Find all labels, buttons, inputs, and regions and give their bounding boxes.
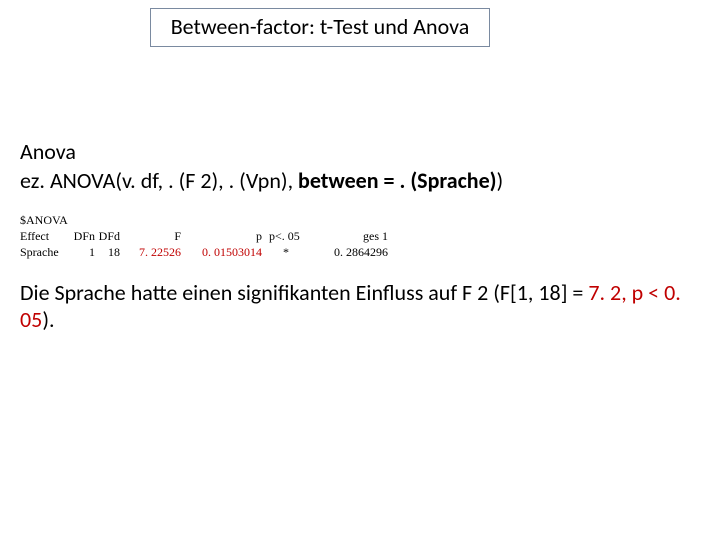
slide-title-box: Between-factor: t-Test und Anova xyxy=(150,8,490,47)
val-dfd: 18 xyxy=(98,244,120,260)
col-ges: ges 1 xyxy=(306,228,388,244)
val-ges: 0. 2864296 xyxy=(306,244,388,260)
anova-data-row: Sprache 1 18 7. 22526 0. 01503014 * 0. 2… xyxy=(20,244,700,260)
code-prefix: ez. ANOVA(v. df, . (F 2), . (Vpn), xyxy=(20,167,298,194)
val-effect: Sprache xyxy=(20,244,64,260)
slide-title: Between-factor: t-Test und Anova xyxy=(171,13,470,40)
val-p05: * xyxy=(265,244,303,260)
conclusion-part-b: ). xyxy=(42,306,54,333)
heading-anova: Anova xyxy=(20,138,700,165)
code-line: ez. ANOVA(v. df, . (F 2), . (Vpn), betwe… xyxy=(20,167,700,194)
slide-content: Anova ez. ANOVA(v. df, . (F 2), . (Vpn),… xyxy=(20,138,700,334)
col-p05: p<. 05 xyxy=(265,228,303,244)
anova-output: $ANOVA Effect DFn DFd F p p<. 05 ges 1 S… xyxy=(20,212,700,261)
conclusion-part-a: Die Sprache hatte einen signifikanten Ei… xyxy=(20,279,588,306)
conclusion-text: Die Sprache hatte einen signifikanten Ei… xyxy=(20,279,700,334)
anova-section-label: $ANOVA xyxy=(20,212,700,228)
col-dfn: DFn xyxy=(67,228,95,244)
col-f: F xyxy=(123,228,181,244)
col-p: p xyxy=(184,228,262,244)
code-suffix: ) xyxy=(497,167,504,194)
col-effect: Effect xyxy=(20,228,64,244)
col-dfd: DFd xyxy=(98,228,120,244)
val-f: 7. 22526 xyxy=(123,244,181,260)
val-dfn: 1 xyxy=(67,244,95,260)
val-p: 0. 01503014 xyxy=(184,244,262,260)
anova-header-row: Effect DFn DFd F p p<. 05 ges 1 xyxy=(20,228,700,244)
code-between: between = . (Sprache) xyxy=(298,167,496,194)
slide: Between-factor: t-Test und Anova Anova e… xyxy=(0,0,720,540)
